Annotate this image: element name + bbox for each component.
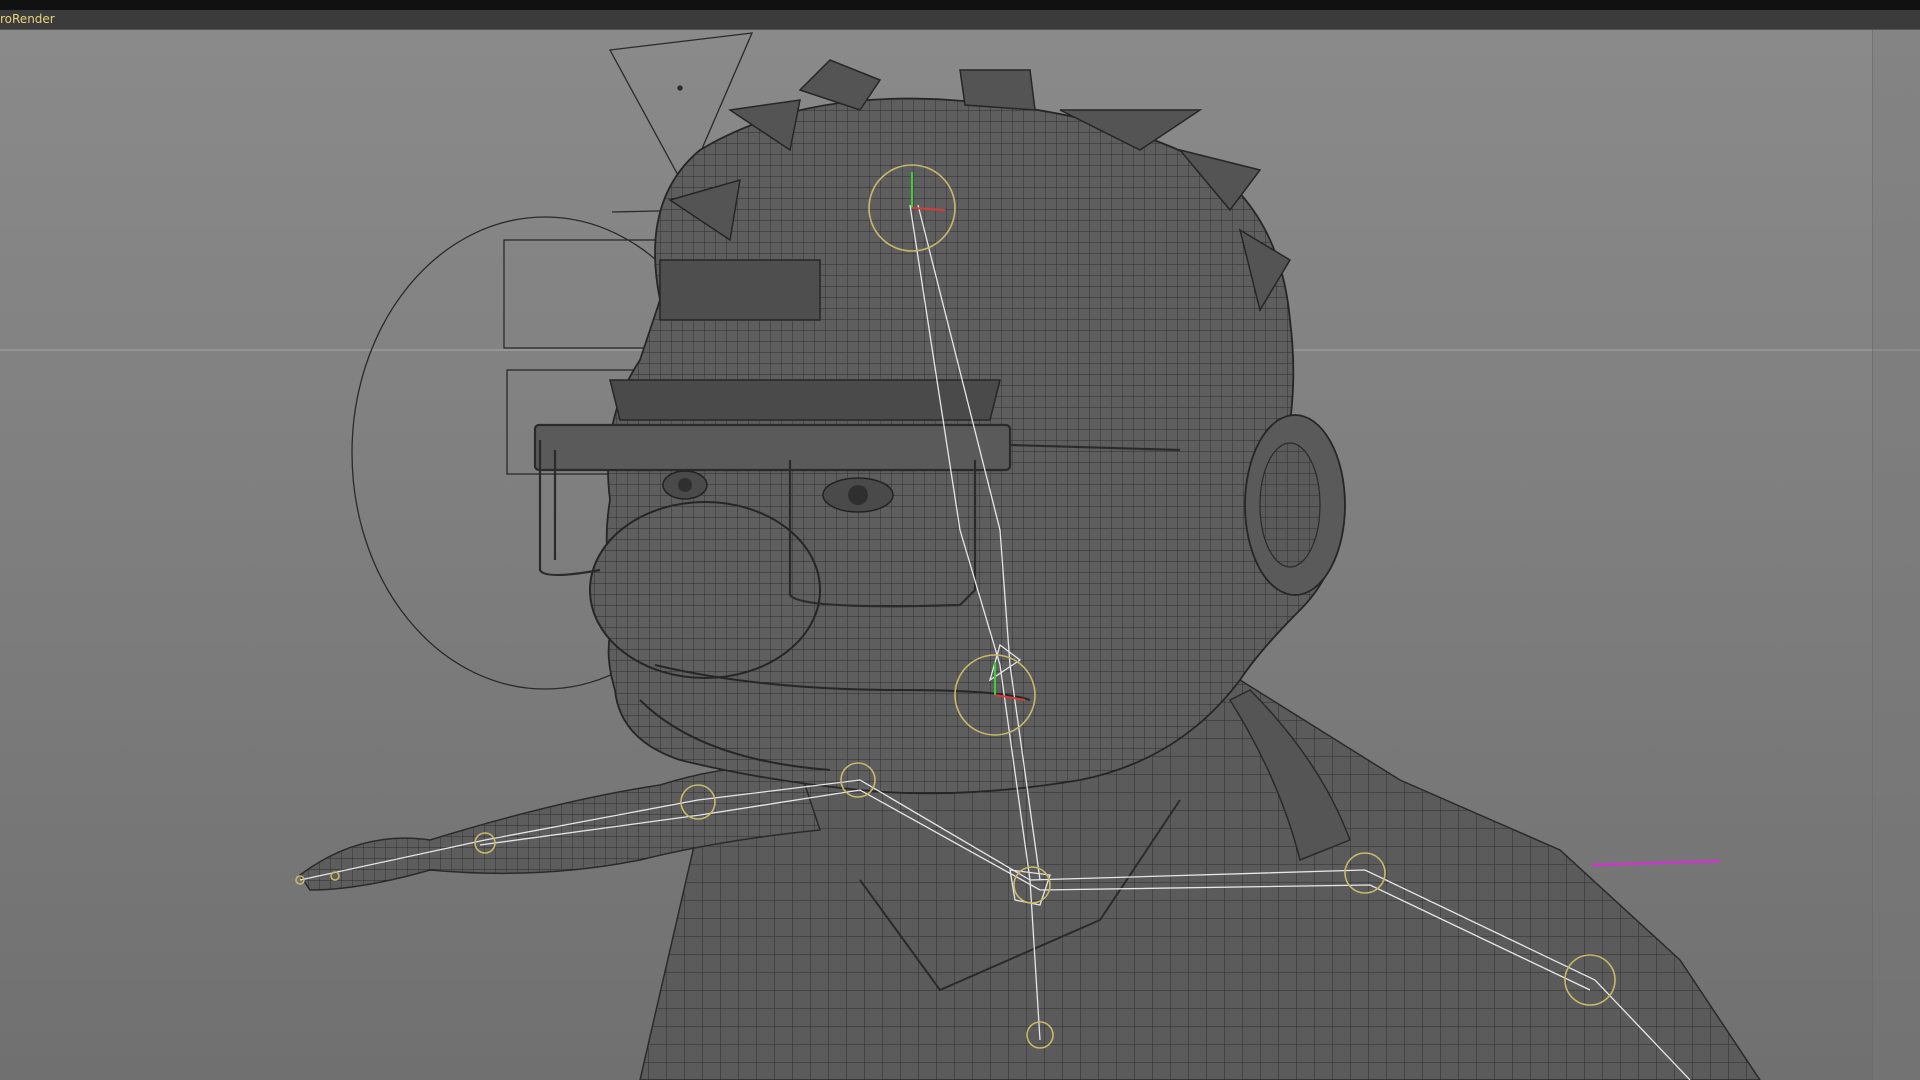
- viewport-header: roRender: [0, 10, 1920, 30]
- 3d-viewport[interactable]: [0, 30, 1920, 1080]
- viewport-side-strip: [1872, 30, 1920, 1080]
- character-ear-mesh[interactable]: [1244, 414, 1346, 596]
- top-bar: [0, 0, 1920, 10]
- application-window: roRender: [0, 0, 1920, 1080]
- viewport-canvas[interactable]: [0, 30, 1920, 1080]
- renderer-label: roRender: [0, 12, 55, 26]
- character-nose-mesh[interactable]: [589, 501, 821, 679]
- selected-edge-handle[interactable]: [1591, 859, 1721, 867]
